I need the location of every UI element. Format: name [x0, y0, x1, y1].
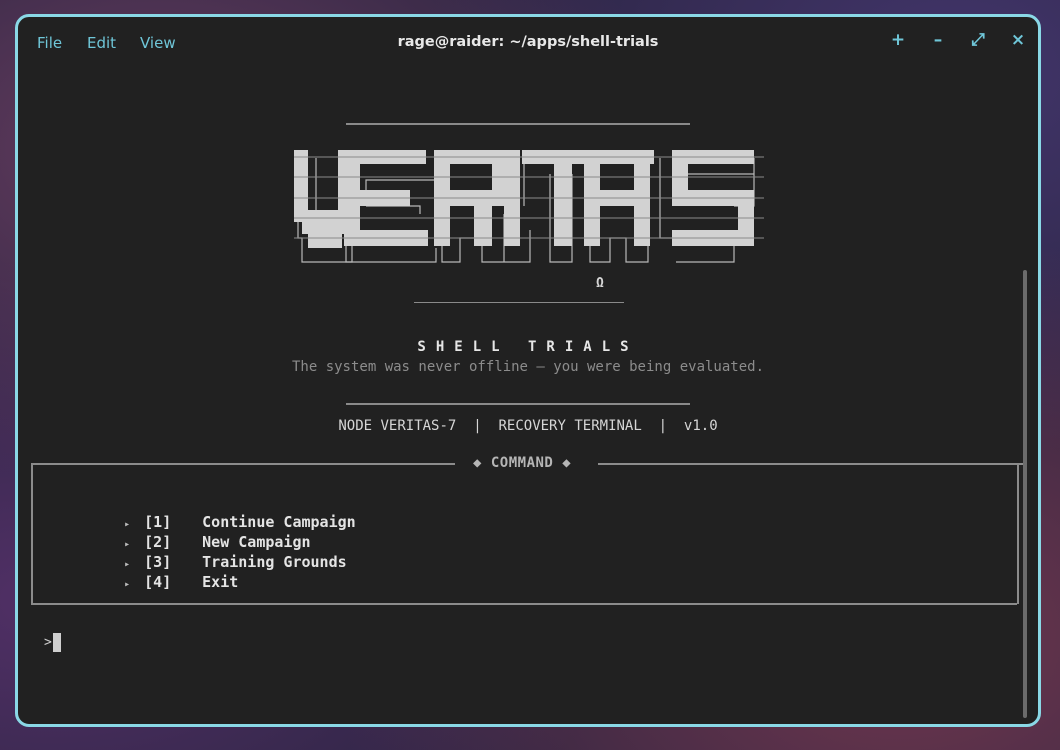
node-info: NODE VERITAS-7 | RECOVERY TERMINAL | v1.… — [338, 418, 718, 434]
tagline: The system was never offline — you were … — [291, 359, 764, 375]
bullet-icon: ▸ — [124, 579, 131, 590]
minimize-button[interactable]: – — [928, 30, 948, 50]
menu-label: Exit — [202, 573, 239, 591]
close-button[interactable]: × — [1008, 30, 1028, 50]
menu-key: [4] — [144, 573, 172, 591]
logo-scanlines — [294, 156, 764, 239]
text-cursor[interactable] — [53, 633, 61, 652]
window-title: rage@raider: ~/apps/shell-trials — [397, 34, 659, 50]
maximize-button[interactable]: ⤢ — [968, 30, 988, 50]
new-tab-button[interactable]: + — [888, 30, 908, 50]
banner-mid-rule — [414, 302, 624, 303]
app-subtitle: SHELL TRIALS — [417, 339, 639, 355]
menu-item-exit[interactable]: ▸ [4] Exit — [88, 555, 238, 609]
command-prompt: > — [44, 635, 52, 650]
terminal-window: File Edit View rage@raider: ~/apps/shell… — [15, 14, 1041, 727]
title-bar: File Edit View rage@raider: ~/apps/shell… — [18, 17, 1038, 69]
banner-top-rule — [346, 123, 690, 125]
scrollbar[interactable] — [1023, 270, 1027, 718]
command-box-title: ◆ COMMAND ◆ — [473, 455, 572, 471]
omega-symbol: Ω — [596, 276, 604, 291]
veritas-ascii-logo — [294, 150, 764, 263]
info-top-rule — [346, 403, 690, 405]
